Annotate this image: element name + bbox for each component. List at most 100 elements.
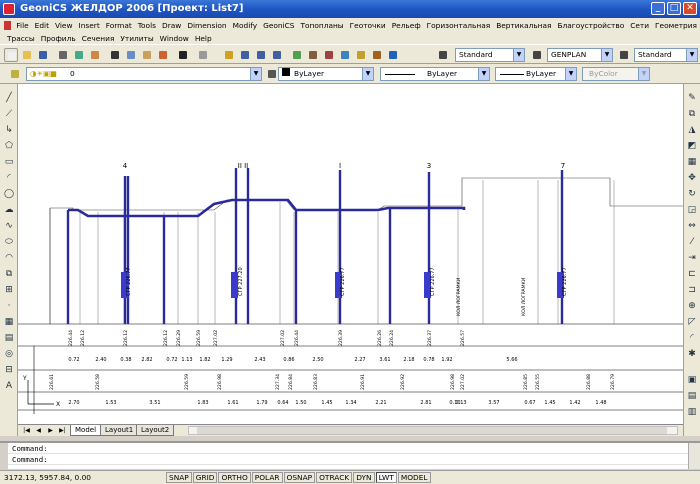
osnap-toggle[interactable]: OSNAP (283, 472, 316, 483)
gradient-icon[interactable]: ▤ (3, 332, 15, 344)
save-icon[interactable] (36, 48, 50, 62)
horizontal-scrollbar[interactable] (188, 426, 678, 435)
sheet-set-icon[interactable] (338, 48, 352, 62)
array-icon[interactable]: ▦ (686, 156, 698, 168)
region-icon[interactable]: ◎ (3, 348, 15, 360)
menu-draw[interactable]: Draw (159, 21, 184, 30)
previous-tab-icon[interactable]: ◀ (34, 426, 43, 435)
chamfer-icon[interactable]: ◸ (686, 316, 698, 328)
menu-relief[interactable]: Рельеф (389, 21, 424, 30)
new-file-icon[interactable] (4, 48, 18, 62)
menu-routes[interactable]: Трассы (4, 34, 38, 43)
make-block-icon[interactable]: ⊞ (3, 284, 15, 296)
menu-file[interactable]: File (13, 21, 31, 30)
menu-dimension[interactable]: Dimension (184, 21, 229, 30)
menu-insert[interactable]: Insert (76, 21, 103, 30)
table-icon[interactable]: ⊟ (3, 364, 15, 376)
revision-cloud-icon[interactable]: ☁ (3, 204, 15, 216)
layer-isolate-icon[interactable]: ▥ (686, 406, 698, 418)
text-style-select[interactable]: Standard ▼ (455, 48, 525, 62)
menu-sections[interactable]: Сечения (79, 34, 118, 43)
multiline-text-icon[interactable]: A (3, 380, 15, 392)
rotate-icon[interactable]: ↻ (686, 188, 698, 200)
explode-icon[interactable]: ✱ (686, 348, 698, 360)
undo-icon[interactable] (176, 48, 190, 62)
layer-select[interactable]: ◑☀▣■ 0 ▼ (26, 67, 262, 81)
pan-icon[interactable] (222, 48, 236, 62)
make-layer-current-icon[interactable] (265, 67, 279, 81)
ellipse-arc-icon[interactable]: ◠ (3, 252, 15, 264)
insert-block-icon[interactable]: ⧉ (3, 268, 15, 280)
rectangle-icon[interactable]: ▭ (3, 156, 15, 168)
text-style-icon[interactable] (436, 48, 450, 62)
command-scrollbar[interactable] (688, 443, 700, 469)
table-style-icon[interactable] (617, 48, 631, 62)
tool-palettes-icon[interactable] (322, 48, 336, 62)
construction-line-icon[interactable]: ⟋ (3, 108, 15, 120)
trim-icon[interactable]: ⁄ (686, 236, 698, 248)
markup-icon[interactable] (354, 48, 368, 62)
erase-icon[interactable]: ✎ (686, 92, 698, 104)
calculator-icon[interactable] (370, 48, 384, 62)
join-icon[interactable]: ⊕ (686, 300, 698, 312)
color-select[interactable]: ByLayer ▼ (278, 67, 374, 81)
menu-vertical[interactable]: Вертикальная (493, 21, 554, 30)
menu-modify[interactable]: Modify (230, 21, 261, 30)
copy-icon[interactable] (124, 48, 138, 62)
snap-toggle[interactable]: SNAP (166, 472, 192, 483)
linetype-select[interactable]: ByLayer ▼ (380, 67, 490, 81)
design-center-icon[interactable] (306, 48, 320, 62)
command-grip[interactable] (0, 443, 8, 469)
menu-geonics[interactable]: GeoniCS (260, 21, 297, 30)
dim-style-icon[interactable] (530, 48, 544, 62)
menu-help[interactable]: Help (192, 34, 215, 43)
last-tab-icon[interactable]: ▶| (58, 426, 67, 435)
menu-networks[interactable]: Сети (627, 21, 652, 30)
polyline-icon[interactable]: ↳ (3, 124, 15, 136)
first-tab-icon[interactable]: |◀ (22, 426, 31, 435)
command-input[interactable]: Command: (0, 454, 700, 465)
menu-tools[interactable]: Tools (135, 21, 159, 30)
copy-object-icon[interactable]: ⧉ (686, 108, 698, 120)
stretch-icon[interactable]: ⇔ (686, 220, 698, 232)
menu-geopoints[interactable]: Геоточки (347, 21, 389, 30)
layer-walk-icon[interactable]: ▤ (686, 390, 698, 402)
match-properties-icon[interactable] (156, 48, 170, 62)
publish-icon[interactable] (88, 48, 102, 62)
cut-icon[interactable] (108, 48, 122, 62)
dim-style-select[interactable]: GENPLAN ▼ (547, 48, 613, 62)
open-folder-icon[interactable] (20, 48, 34, 62)
document-icon[interactable] (4, 20, 12, 30)
properties-icon[interactable] (290, 48, 304, 62)
spline-icon[interactable]: ∿ (3, 220, 15, 232)
menu-topoplans[interactable]: Топопланы (298, 21, 347, 30)
zoom-previous-icon[interactable] (270, 48, 284, 62)
print-icon[interactable] (56, 48, 70, 62)
lwt-toggle[interactable]: LWT (375, 472, 397, 483)
scale-icon[interactable]: ◲ (686, 204, 698, 216)
lineweight-select[interactable]: ByLayer ▼ (495, 67, 577, 81)
menu-horizontal[interactable]: Горизонтальная (424, 21, 494, 30)
next-tab-icon[interactable]: ▶ (46, 426, 55, 435)
line-icon[interactable]: ╱ (3, 92, 15, 104)
plot-preview-icon[interactable] (72, 48, 86, 62)
table-style-select[interactable]: Standard ▼ (634, 48, 698, 62)
otrack-toggle[interactable]: OTRACK (316, 472, 353, 483)
break-at-point-icon[interactable]: ⊏ (686, 268, 698, 280)
polygon-icon[interactable]: ⬠ (3, 140, 15, 152)
minimize-button[interactable]: _ (651, 2, 665, 15)
menu-format[interactable]: Format (103, 21, 135, 30)
mirror-icon[interactable]: ◮ (686, 124, 698, 136)
move-icon[interactable]: ✥ (686, 172, 698, 184)
layer-previous-icon[interactable]: ▣ (686, 374, 698, 386)
redo-icon[interactable] (196, 48, 210, 62)
drawing-canvas[interactable]: 4 II II I 3 7 СГР 226.77 СГР 227.20 СГР 226.77 С… (18, 84, 683, 424)
paste-icon[interactable] (140, 48, 154, 62)
maximize-button[interactable]: □ (667, 2, 681, 15)
ortho-toggle[interactable]: ORTHO (218, 472, 251, 483)
menu-edit[interactable]: Edit (32, 21, 52, 30)
grid-toggle[interactable]: GRID (192, 472, 218, 483)
tab-layout2[interactable]: Layout2 (136, 425, 175, 436)
arc-icon[interactable]: ◜ (3, 172, 15, 184)
tab-layout1[interactable]: Layout1 (100, 425, 139, 436)
